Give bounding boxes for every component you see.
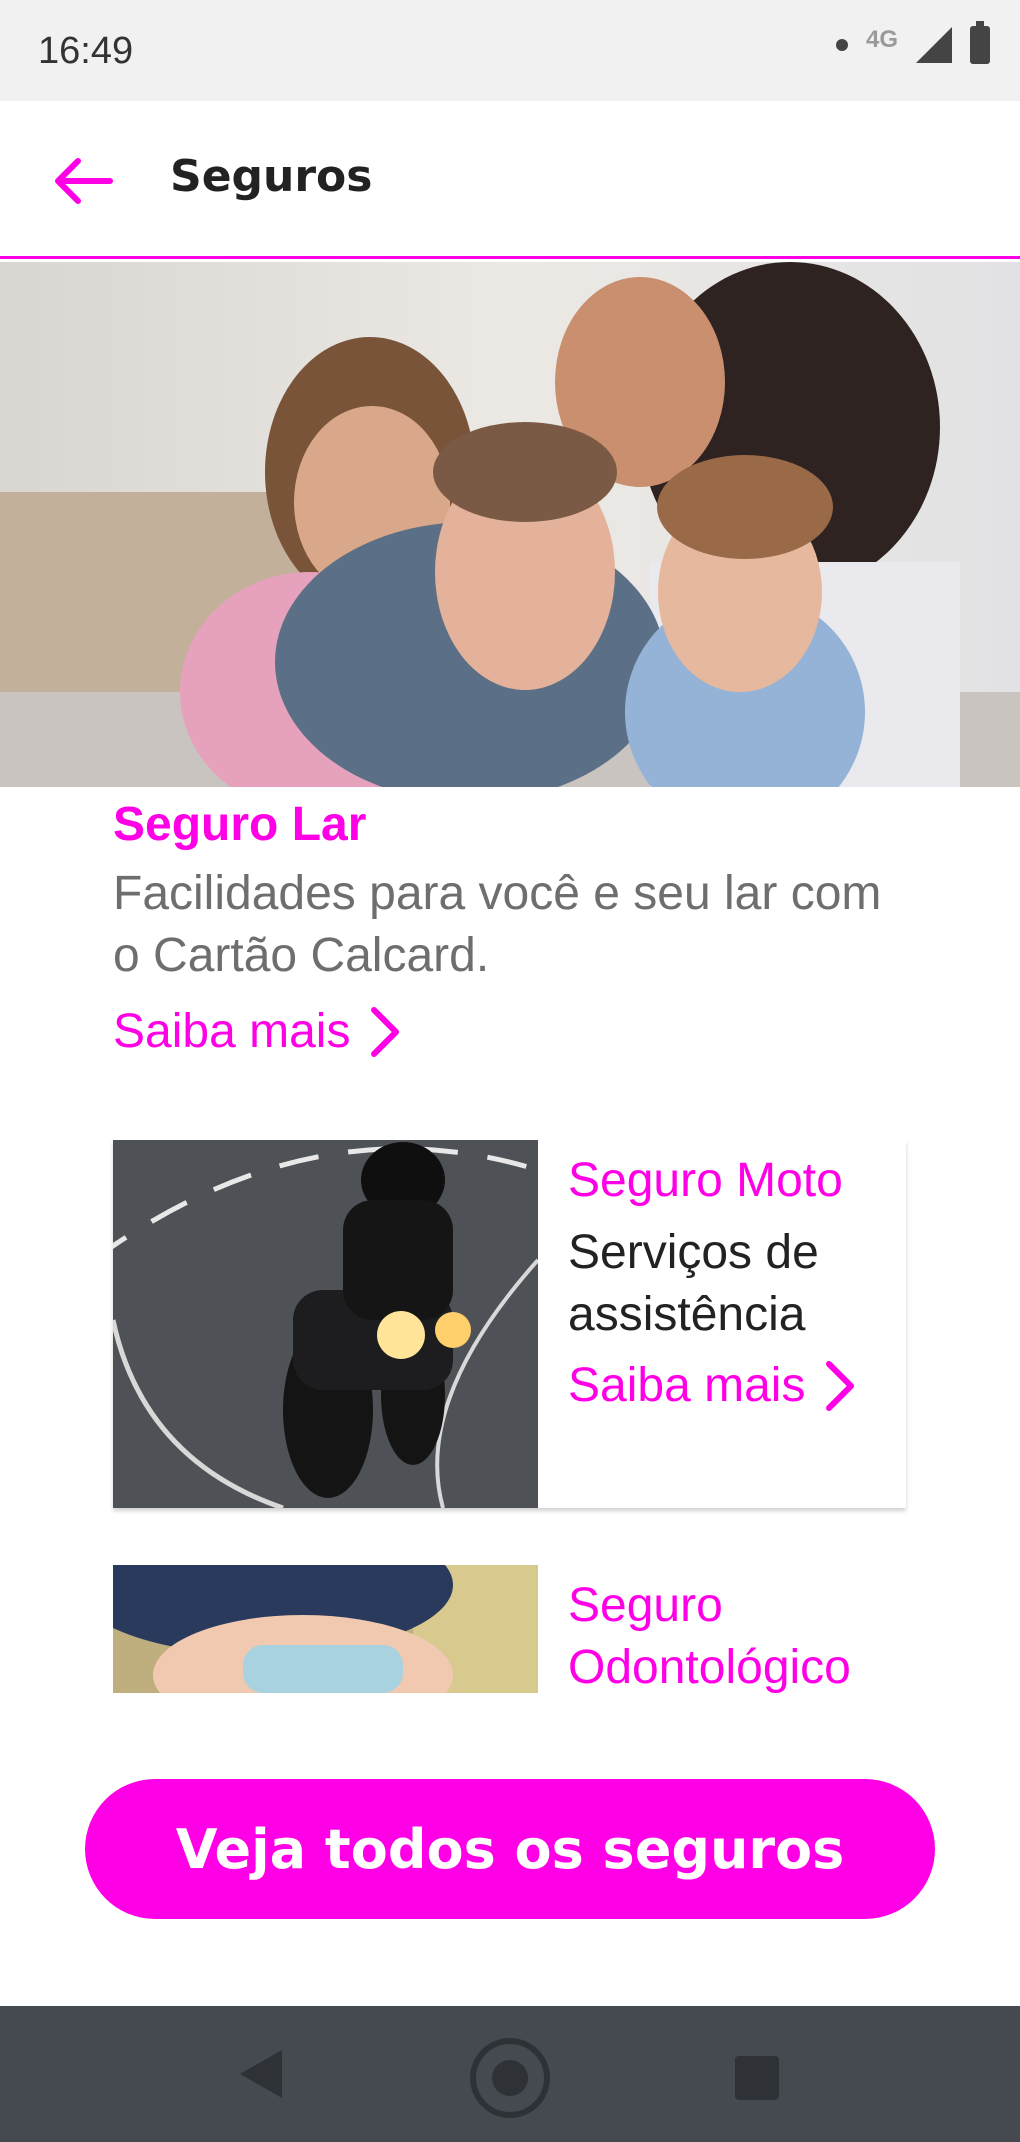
motorcycle-image — [113, 1140, 538, 1508]
status-time: 16:49 — [38, 30, 134, 72]
app-bar: Seguros — [0, 101, 1020, 259]
card-body: Seguro Odontológico — [568, 1575, 906, 1693]
chevron-right-icon — [826, 1361, 855, 1411]
network-type: 4G — [865, 26, 898, 53]
more-link-label: Saiba mais — [113, 1005, 351, 1058]
page-title: Seguros — [170, 151, 373, 202]
more-link-label: Saiba mais — [568, 1359, 806, 1412]
status-bar: 16:49 4G — [0, 0, 1020, 101]
card-title: Seguro Odontológico — [568, 1579, 851, 1693]
insurance-card-dental[interactable]: Seguro Odontológico — [113, 1565, 906, 1693]
chevron-right-icon — [371, 1007, 400, 1057]
notification-dot-icon — [835, 39, 848, 51]
card-body: Seguro Moto Serviços de assistência Saib… — [568, 1150, 906, 1416]
card-more-link[interactable]: Saiba mais — [568, 1356, 855, 1416]
signal-icon — [916, 27, 952, 63]
nav-recents-icon[interactable] — [735, 2056, 779, 2100]
battery-icon — [970, 21, 990, 64]
nav-back-icon[interactable] — [236, 2046, 286, 2102]
family-hero-image — [0, 262, 1020, 787]
featured-insurance: Seguro Lar Facilidades para você e seu l… — [113, 795, 913, 1061]
insurance-card-moto[interactable]: Seguro Moto Serviços de assistência Saib… — [113, 1140, 906, 1508]
dentist-image — [113, 1565, 538, 1693]
arrow-left-icon — [55, 158, 113, 204]
nav-home-icon[interactable] — [470, 2038, 550, 2118]
featured-title: Seguro Lar — [113, 798, 367, 851]
featured-more-link[interactable]: Saiba mais — [113, 1003, 400, 1061]
back-button[interactable] — [48, 151, 118, 211]
featured-description: Facilidades para você e seu lar com o Ca… — [113, 867, 882, 982]
card-title: Seguro Moto — [568, 1154, 843, 1207]
card-description: Serviços de assistência — [568, 1226, 819, 1341]
system-nav-bar — [0, 2006, 1020, 2142]
see-all-insurance-button[interactable]: Veja todos os seguros — [85, 1779, 935, 1919]
status-icons: 4G — [835, 21, 990, 64]
